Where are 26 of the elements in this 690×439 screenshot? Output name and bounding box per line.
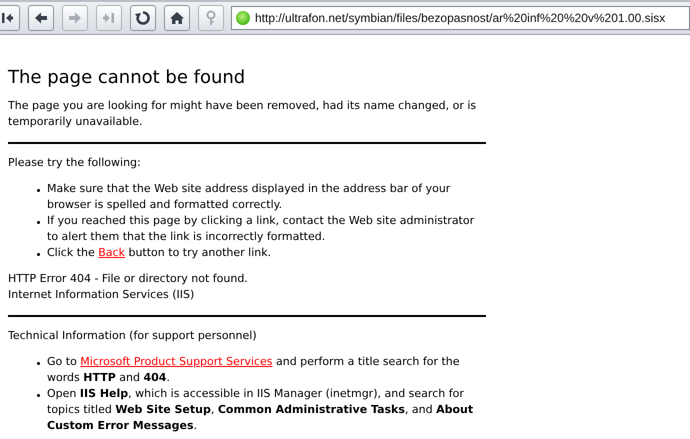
link[interactable]: Microsoft Product Support Services [80,355,272,368]
list-item-text: Make sure that the Web site address displayed in the address bar of your browser is spelled and formatted correctly. [47,181,452,213]
section-heading: Technical Information (for support personnel) [8,328,258,344]
reload-icon [134,9,152,27]
list-item-text: Open IIS Help, which is accessible in IIS Manager (inetmgr), and search for topics titled Web Site Setup, Common Administrative Tasks, and About Custom Error Messages. [47,386,474,434]
bullet-icon [37,394,40,397]
section-heading: Please try the following: [8,155,142,171]
error-message: Internet Information Services (IIS) [8,287,196,303]
error-message: HTTP Error 404 - File or directory not found. [8,271,249,287]
first-button[interactable] [0,5,20,31]
site-status-icon [236,11,250,25]
intro-paragraph: The page you are looking for might have been removed, had its name changed, or is temporarily unavailable. [8,98,478,130]
list-item-text: Go to Microsoft Product Support Services and perform a title search for the words HTTP and 404. [47,354,461,386]
back-button[interactable] [28,5,54,31]
bullet-icon [37,253,40,256]
list-item-text: Click the Back button to try another link. [47,245,272,261]
bullet-icon [37,362,40,365]
page-heading: The page cannot be found [8,67,246,89]
link[interactable]: Back [98,246,125,259]
home-button[interactable] [164,5,190,31]
home-icon [168,9,186,27]
list-item-text: If you reached this page by clicking a link, contact the Web site administrator to alert them that the link is incorrectly formatted. [47,213,476,245]
address-bar[interactable]: http://ultrafon.net/symbian/files/bezopasnost/ar%20inf%20%20v%201.00.sisx [231,6,690,30]
bullet-icon [37,221,40,224]
reload-button[interactable] [130,5,156,31]
bullet-icon [37,189,40,192]
